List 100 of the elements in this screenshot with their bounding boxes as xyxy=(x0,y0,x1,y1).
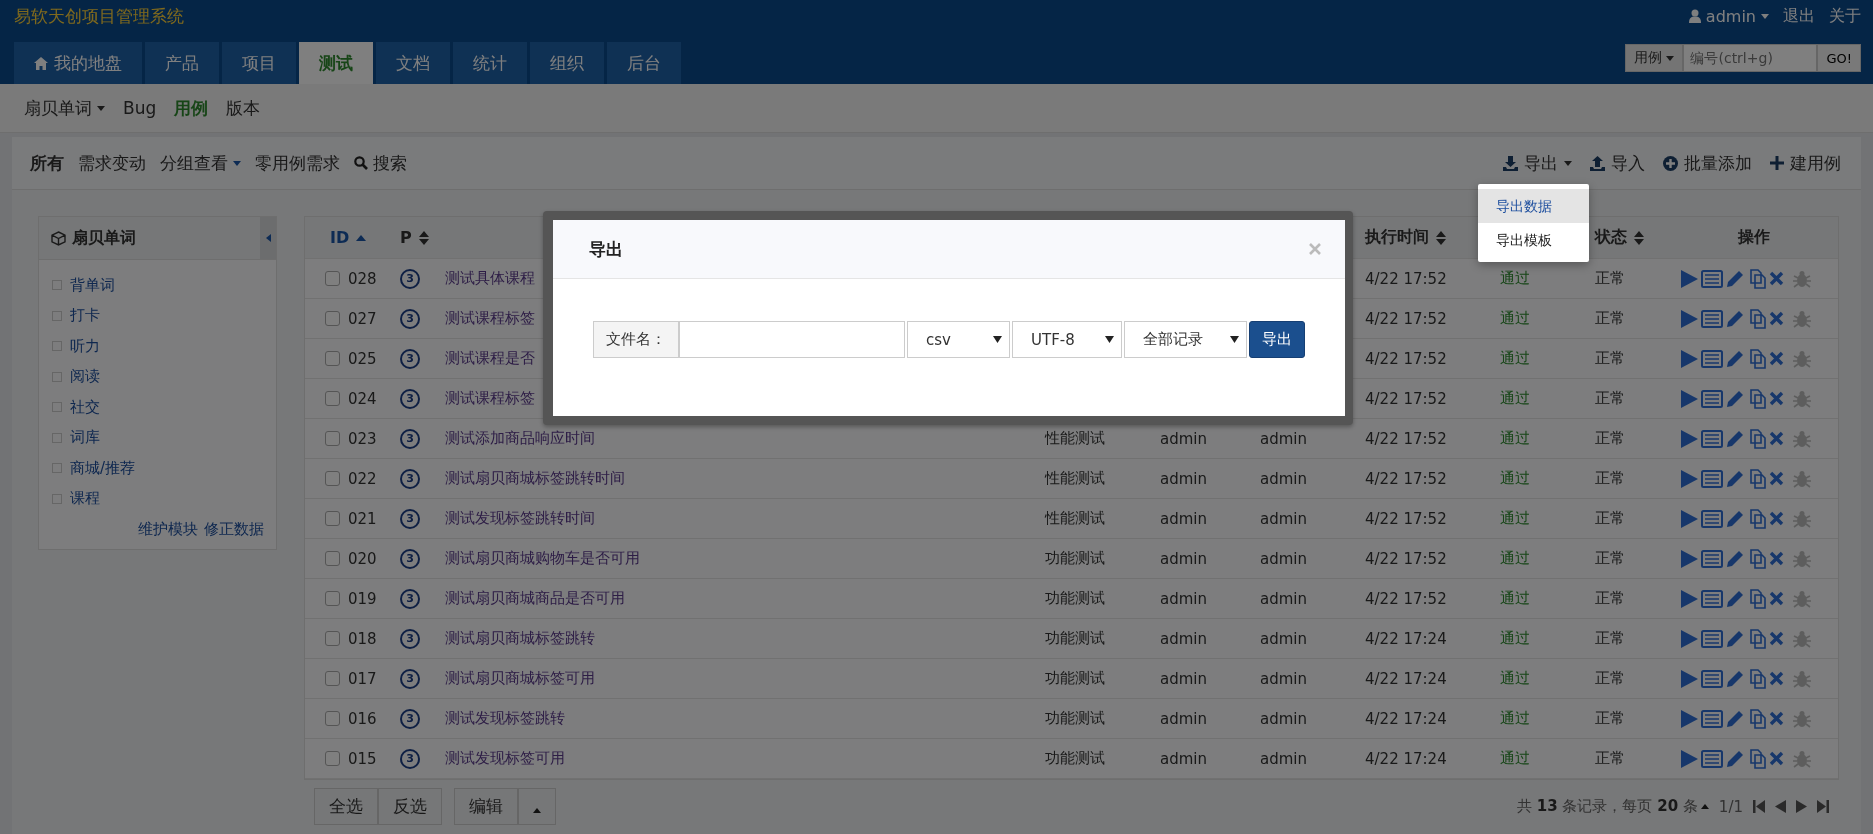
list-icon[interactable] xyxy=(1701,669,1723,688)
filter-link[interactable]: 需求变动 xyxy=(78,151,146,175)
module-link[interactable]: 社交 xyxy=(70,397,100,417)
row-checkbox[interactable] xyxy=(325,431,340,446)
copy-icon[interactable] xyxy=(1747,668,1766,689)
copy-icon[interactable] xyxy=(1747,708,1766,729)
edit-button[interactable]: 编辑 xyxy=(454,788,518,825)
edit-icon[interactable] xyxy=(1726,389,1744,408)
first-page-icon[interactable] xyxy=(1753,800,1765,813)
module-link[interactable]: 听力 xyxy=(70,336,100,356)
run-icon[interactable] xyxy=(1680,509,1698,528)
nav-tab[interactable]: 统计 xyxy=(453,42,527,84)
column-header[interactable]: 状态 xyxy=(1595,227,1627,248)
column-header[interactable]: P xyxy=(400,228,412,247)
search-field[interactable]: 编号(ctrl+g) xyxy=(1683,44,1818,72)
copy-icon[interactable] xyxy=(1747,508,1766,529)
last-page-icon[interactable] xyxy=(1817,800,1829,813)
select-button[interactable]: 全选 xyxy=(314,788,378,825)
column-header[interactable]: ID xyxy=(330,228,350,247)
prev-page-icon[interactable] xyxy=(1775,800,1786,813)
edit-icon[interactable] xyxy=(1726,709,1744,728)
copy-icon[interactable] xyxy=(1747,348,1766,369)
edit-icon[interactable] xyxy=(1726,309,1744,328)
edit-icon[interactable] xyxy=(1726,469,1744,488)
search-type-dropdown[interactable]: 用例 xyxy=(1625,44,1684,72)
row-checkbox[interactable] xyxy=(325,511,340,526)
edit-icon[interactable] xyxy=(1726,749,1744,768)
format-select[interactable]: csv xyxy=(907,321,1010,358)
list-icon[interactable] xyxy=(1701,509,1723,528)
case-title-link[interactable]: 测试扇贝商城购物车是否可用 xyxy=(445,549,640,567)
go-button[interactable]: GO! xyxy=(1817,44,1861,72)
run-icon[interactable] xyxy=(1680,349,1698,368)
filter-link[interactable]: 零用例需求 xyxy=(255,151,340,175)
row-checkbox[interactable] xyxy=(325,551,340,566)
caret-up-icon[interactable] xyxy=(1700,804,1709,809)
run-icon[interactable] xyxy=(1680,269,1698,288)
filename-field[interactable] xyxy=(679,321,905,358)
list-icon[interactable] xyxy=(1701,429,1723,448)
column-header[interactable]: 操作 xyxy=(1738,227,1770,248)
list-icon[interactable] xyxy=(1701,389,1723,408)
nav-tab[interactable]: 产品 xyxy=(145,42,219,84)
edit-icon[interactable] xyxy=(1726,269,1744,288)
copy-icon[interactable] xyxy=(1747,308,1766,329)
case-title-link[interactable]: 测试扇贝商城标签跳转时间 xyxy=(445,469,625,487)
copy-icon[interactable] xyxy=(1747,748,1766,769)
encoding-select[interactable]: UTF-8 xyxy=(1012,321,1122,358)
column-header[interactable]: 执行时间 xyxy=(1365,227,1429,248)
nav-tab[interactable]: 后台 xyxy=(607,42,681,84)
run-icon[interactable] xyxy=(1680,309,1698,328)
edit-icon[interactable] xyxy=(1726,629,1744,648)
run-icon[interactable] xyxy=(1680,629,1698,648)
list-icon[interactable] xyxy=(1701,309,1723,328)
delete-icon[interactable] xyxy=(1769,511,1784,526)
delete-icon[interactable] xyxy=(1769,711,1784,726)
case-title-link[interactable]: 测试扇贝商城标签可用 xyxy=(445,669,595,687)
module-link[interactable]: 商城/推荐 xyxy=(70,458,136,478)
list-icon[interactable] xyxy=(1701,469,1723,488)
subnav-link[interactable]: 扇贝单词 xyxy=(24,96,105,120)
filter-link[interactable]: 搜索 xyxy=(354,151,407,175)
case-title-link[interactable]: 测试发现标签跳转时间 xyxy=(445,509,595,527)
module-link[interactable]: 背单词 xyxy=(70,275,115,295)
collapse-button[interactable] xyxy=(260,217,276,259)
module-action-link[interactable]: 修正数据 xyxy=(204,520,264,539)
module-link[interactable]: 阅读 xyxy=(70,367,100,387)
row-checkbox[interactable] xyxy=(325,471,340,486)
subnav-link[interactable]: 用例 xyxy=(174,96,209,120)
list-icon[interactable] xyxy=(1701,589,1723,608)
next-page-icon[interactable] xyxy=(1796,800,1807,813)
edit-icon[interactable] xyxy=(1726,349,1744,368)
module-action-link[interactable]: 维护模块 xyxy=(138,520,198,539)
row-checkbox[interactable] xyxy=(325,711,340,726)
user-menu[interactable]: admin xyxy=(1688,6,1769,26)
nav-tab[interactable]: 我的地盘 xyxy=(14,42,142,84)
case-title-link[interactable]: 测试发现标签可用 xyxy=(445,749,565,767)
run-icon[interactable] xyxy=(1680,429,1698,448)
row-checkbox[interactable] xyxy=(325,391,340,406)
delete-icon[interactable] xyxy=(1769,431,1784,446)
list-icon[interactable] xyxy=(1701,629,1723,648)
row-checkbox[interactable] xyxy=(325,591,340,606)
list-icon[interactable] xyxy=(1701,269,1723,288)
nav-tab[interactable]: 测试 xyxy=(299,42,373,84)
menu-item[interactable]: 导出数据 xyxy=(1478,189,1589,223)
toolbar-action[interactable]: 建用例 xyxy=(1770,151,1841,175)
edit-icon[interactable] xyxy=(1726,549,1744,568)
delete-icon[interactable] xyxy=(1769,351,1784,366)
row-checkbox[interactable] xyxy=(325,351,340,366)
delete-icon[interactable] xyxy=(1769,271,1784,286)
row-checkbox[interactable] xyxy=(325,271,340,286)
nav-tab[interactable]: 项目 xyxy=(222,42,296,84)
module-link[interactable]: 词库 xyxy=(70,428,100,448)
case-title-link[interactable]: 测试添加商品响应时间 xyxy=(445,429,595,447)
copy-icon[interactable] xyxy=(1747,588,1766,609)
subnav-link[interactable]: Bug xyxy=(123,98,157,118)
select-button[interactable]: 反选 xyxy=(378,788,442,825)
list-icon[interactable] xyxy=(1701,709,1723,728)
row-checkbox[interactable] xyxy=(325,311,340,326)
delete-icon[interactable] xyxy=(1769,311,1784,326)
case-title-link[interactable]: 测试课程标签 xyxy=(445,309,535,327)
toolbar-action[interactable]: 导入 xyxy=(1590,151,1645,175)
list-icon[interactable] xyxy=(1701,549,1723,568)
